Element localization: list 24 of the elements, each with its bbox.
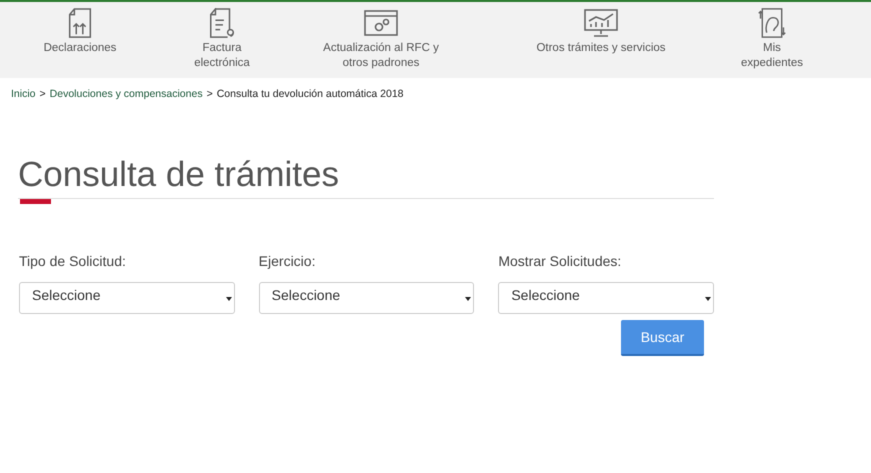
dropdown[interactable]: Seleccione (258, 282, 474, 314)
caret-icon (465, 297, 472, 301)
nav-item[interactable]: Actualización al RFC y otros padrones (284, 2, 478, 78)
monitor-chart-icon (584, 8, 618, 38)
breadcrumb-link[interactable]: Inicio (11, 88, 36, 100)
dropdown[interactable]: Seleccione (498, 282, 714, 314)
field-label: Mostrar Solicitudes: (498, 253, 622, 269)
field-label: Tipo de Solicitud: (19, 253, 127, 269)
breadcrumb-separator: > (206, 88, 213, 100)
page-title: Consulta de trámites (18, 154, 340, 196)
breadcrumb-current: Consulta tu devolución automática 2018 (216, 88, 404, 100)
field-label: Ejercicio: (258, 253, 316, 269)
caret-icon (705, 297, 712, 301)
nav-item[interactable]: Declaraciones (0, 2, 160, 78)
profile-document-icon (756, 8, 788, 38)
nav-item[interactable]: Otros trámites y servicios (478, 2, 724, 78)
breadcrumb-link[interactable]: Devoluciones y compensaciones (50, 88, 203, 100)
breadcrumb-separator: > (40, 88, 46, 100)
title-accent-bar (20, 199, 51, 204)
nav-item[interactable]: Factura electrónica (160, 2, 284, 78)
caret-icon (226, 297, 232, 301)
dropdown[interactable]: Seleccione (19, 282, 235, 314)
nav-item[interactable]: Mis expedientes (724, 2, 820, 78)
document-arrows-icon (67, 8, 93, 38)
